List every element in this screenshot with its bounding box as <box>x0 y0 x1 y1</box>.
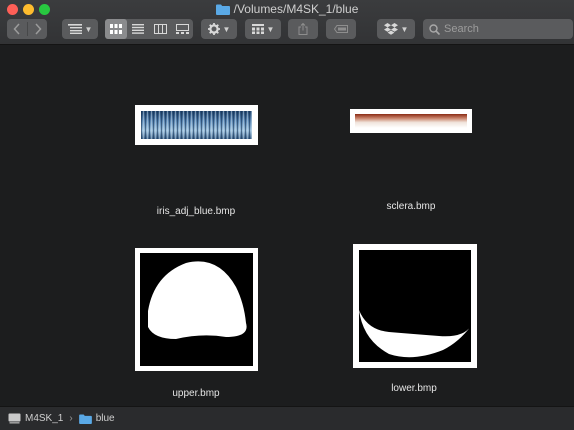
group-button-content: ▼ <box>245 19 281 39</box>
drive-icon <box>8 413 21 424</box>
group-icon <box>251 24 264 34</box>
list-view-icon <box>132 24 144 34</box>
file-thumbnail-upper[interactable] <box>135 248 258 371</box>
file-name-label[interactable]: lower.bmp <box>344 383 484 394</box>
file-icon-grid: iris_adj_blue.bmp sclera.bmp upper.bmp l… <box>0 45 574 406</box>
column-view-button[interactable] <box>149 19 171 39</box>
chevron-down-icon: ▼ <box>222 24 231 34</box>
share-button[interactable] <box>288 19 318 39</box>
path-item-drive[interactable]: M4SK_1 <box>8 413 63 424</box>
action-menu-button[interactable]: ▼ <box>201 19 237 39</box>
file-name-label[interactable]: iris_adj_blue.bmp <box>126 206 266 217</box>
tag-button-content <box>326 19 356 39</box>
navigation-group <box>7 19 47 39</box>
arrange-button-content: ▼ <box>62 19 98 39</box>
chevron-down-icon: ▼ <box>266 24 275 34</box>
file-thumbnail-lower[interactable] <box>353 244 477 368</box>
gear-icon <box>207 23 220 35</box>
path-item-folder[interactable]: blue <box>78 413 115 424</box>
list-view-button[interactable] <box>127 19 149 39</box>
dropbox-button-content: ▼ <box>377 19 415 39</box>
folder-icon <box>78 413 92 424</box>
finder-window: /Volumes/M4SK_1/blue ▼ ▼ ▼ ▼ Search iris… <box>0 0 574 430</box>
folder-icon <box>215 4 230 18</box>
file-name-label[interactable]: upper.bmp <box>126 388 266 399</box>
iris-texture-image <box>141 111 252 139</box>
view-mode-control <box>105 19 193 39</box>
search-field[interactable]: Search <box>423 19 573 39</box>
search-placeholder: Search <box>444 23 479 35</box>
arrange-icon <box>67 24 82 34</box>
arrange-menu-button[interactable]: ▼ <box>62 19 98 39</box>
path-item-label: blue <box>95 413 115 424</box>
tag-button[interactable] <box>326 19 356 39</box>
path-separator-icon: › <box>69 413 73 424</box>
search-icon <box>429 23 440 35</box>
icon-view-icon <box>110 24 122 34</box>
gallery-view-icon <box>175 24 189 34</box>
chevron-down-icon: ▼ <box>400 24 409 34</box>
dropbox-menu-button[interactable]: ▼ <box>377 19 415 39</box>
column-view-icon <box>153 24 167 34</box>
file-name-label[interactable]: sclera.bmp <box>341 201 481 212</box>
icon-view-button[interactable] <box>105 19 127 39</box>
sclera-texture-image <box>355 114 467 128</box>
action-button-content: ▼ <box>201 19 237 39</box>
dropbox-icon <box>383 23 398 35</box>
window-title: /Volumes/M4SK_1/blue <box>0 2 574 18</box>
title-bar: /Volumes/M4SK_1/blue ▼ ▼ ▼ ▼ Search <box>0 0 574 45</box>
chevron-left-icon <box>13 23 20 35</box>
forward-button[interactable] <box>28 19 47 39</box>
chevron-down-icon: ▼ <box>84 24 93 34</box>
file-thumbnail-sclera[interactable] <box>350 109 472 133</box>
gallery-view-button[interactable] <box>171 19 193 39</box>
back-button[interactable] <box>7 19 27 39</box>
share-icon <box>298 23 308 35</box>
lower-mask-image <box>359 250 471 362</box>
group-menu-button[interactable]: ▼ <box>245 19 281 39</box>
window-title-text: /Volumes/M4SK_1/blue <box>233 2 359 16</box>
upper-mask-image <box>140 253 253 366</box>
file-thumbnail-iris[interactable] <box>135 105 258 145</box>
chevron-right-icon <box>34 23 42 35</box>
path-bar: M4SK_1 › blue <box>0 406 574 430</box>
share-button-content <box>288 19 318 39</box>
path-item-label: M4SK_1 <box>25 413 64 424</box>
tag-icon <box>334 25 348 33</box>
